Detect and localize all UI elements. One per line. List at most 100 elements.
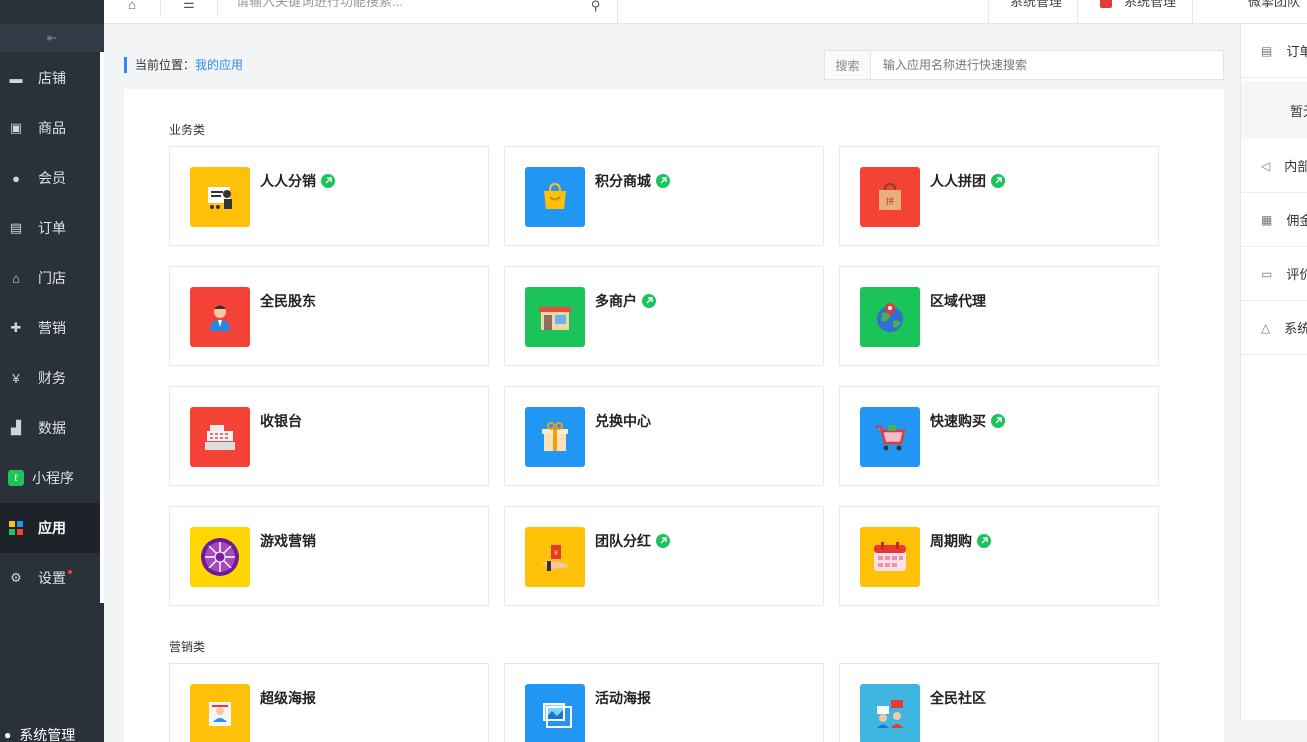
divider <box>617 0 618 24</box>
sidebar-item-goods[interactable]: ▣ 商品 <box>0 103 100 153</box>
hamburger-icon[interactable]: ☰ <box>161 0 218 16</box>
drawer-item-label: 内部 <box>1284 159 1307 174</box>
app-name: 人人拼团 <box>930 171 1005 191</box>
search-icon[interactable]: ⚲ <box>574 0 618 18</box>
app-card[interactable]: 快速购买 <box>839 386 1159 486</box>
app-name-text: 收银台 <box>260 413 302 429</box>
miniprogram-icon: ℓ <box>8 470 24 486</box>
app-name: 多商户 <box>595 291 656 311</box>
app-card[interactable]: 全民股东 <box>169 266 489 366</box>
app-card[interactable]: ¥ 团队分红 <box>504 506 824 606</box>
link-icon <box>991 414 1005 428</box>
app-name: 超级海报 <box>260 688 316 708</box>
app-card[interactable]: 活动海报 <box>504 663 824 742</box>
drawer-item-system[interactable]: △ 系统 <box>1241 301 1307 355</box>
app-card[interactable]: 区域代理 <box>839 266 1159 366</box>
app-name: 游戏营销 <box>260 531 316 551</box>
app-card[interactable]: 全民社区 <box>839 663 1159 742</box>
sidebar-item-label: 小程序 <box>32 470 74 486</box>
sidebar-item-miniprogram[interactable]: ℓ 小程序 <box>0 453 100 503</box>
function-search-input[interactable]: 请输入关键词进行功能搜索... <box>236 0 403 10</box>
app-name: 快速购买 <box>930 411 1005 431</box>
distribution-icon <box>190 167 250 227</box>
comment-icon: ▭ <box>1261 266 1273 281</box>
sidebar-item-data[interactable]: ▟ 数据 <box>0 403 100 453</box>
bell-icon: △ <box>1261 320 1271 335</box>
sidebar-item-member[interactable]: ● 会员 <box>0 153 100 203</box>
app-card[interactable]: 拼 人人拼团 <box>839 146 1159 246</box>
app-card[interactable]: 人人分销 <box>169 146 489 246</box>
speaker-icon: ◁ <box>1261 158 1271 173</box>
app-name-text: 积分商城 <box>595 173 651 189</box>
sidebar-item-label: 设置 <box>38 570 66 586</box>
app-name-text: 游戏营销 <box>260 533 316 549</box>
app-card[interactable]: 超级海报 <box>169 663 489 742</box>
sidebar-item-label: 门店 <box>38 270 66 286</box>
app-card[interactable]: 兑换中心 <box>504 386 824 486</box>
topbar-item-label: 系统管理 <box>1124 0 1177 9</box>
link-icon <box>642 294 656 308</box>
link-icon <box>977 534 991 548</box>
svg-text:¥: ¥ <box>554 549 559 557</box>
app-name: 活动海报 <box>595 688 651 708</box>
red-envelope-icon: ¥ <box>525 527 585 587</box>
storefront-icon <box>525 287 585 347</box>
section-title-business: 业务类 <box>169 123 206 137</box>
sidebar-item-label: 订单 <box>38 220 66 236</box>
document-icon: ▤ <box>9 220 23 235</box>
sidebar-scrollbar[interactable] <box>100 52 104 603</box>
topbar-item-label: 系统管理 <box>1010 0 1063 9</box>
sidebar-item-store[interactable]: ▬ 店铺 <box>0 53 100 103</box>
drawer-item-internal[interactable]: ◁ 内部 <box>1241 139 1307 193</box>
app-name: 人人分销 <box>260 171 335 191</box>
app-name: 收银台 <box>260 411 302 431</box>
shopping-bag-icon <box>525 167 585 227</box>
drawer-item-order[interactable]: ▤ 订单 <box>1241 24 1307 78</box>
calendar-icon <box>860 527 920 587</box>
sidebar-bottom-system[interactable]: ● 系统管理 <box>0 722 104 742</box>
topbar: ⌂ ☰ 请输入关键词进行功能搜索... ⚲ 系统管理 系统管理 微擎团队 <box>104 0 1307 24</box>
badge-icon <box>1100 0 1112 8</box>
store-icon: ▬ <box>9 70 23 86</box>
sidebar-item-label: 应用 <box>38 520 66 536</box>
app-name: 团队分红 <box>595 531 670 551</box>
section-title-marketing: 营销类 <box>169 640 206 654</box>
app-card[interactable]: 周期购 <box>839 506 1159 606</box>
app-card[interactable]: 多商户 <box>504 266 824 366</box>
sidebar-collapse-icon[interactable]: ⇤ <box>0 24 104 52</box>
app-search-input[interactable] <box>871 51 1223 79</box>
user-menu[interactable]: 微擎团队 <box>1248 0 1300 10</box>
app-card[interactable]: 游戏营销 <box>169 506 489 606</box>
sidebar-item-settings[interactable]: ⚙ 设置 <box>0 553 100 603</box>
breadcrumb-current[interactable]: 我的应用 <box>195 58 243 72</box>
home-icon[interactable]: ⌂ <box>104 0 161 16</box>
drawer-item-label: 订单 <box>1286 44 1307 59</box>
app-name-text: 全民社区 <box>930 690 986 706</box>
app-name-text: 多商户 <box>595 293 637 309</box>
apps-icon <box>8 520 24 536</box>
group-buy-bag-icon: 拼 <box>860 167 920 227</box>
sidebar-item-shop[interactable]: ⌂ 门店 <box>0 253 100 303</box>
app-name-text: 人人拼团 <box>930 173 986 189</box>
app-name-text: 全民股东 <box>260 293 316 309</box>
sidebar-item-apps[interactable]: 应用 <box>0 503 104 553</box>
sidebar-item-finance[interactable]: ¥ 财务 <box>0 353 100 403</box>
app-name: 积分商城 <box>595 171 670 191</box>
sidebar-item-label: 会员 <box>38 170 66 186</box>
app-card[interactable]: 积分商城 <box>504 146 824 246</box>
user-icon: ● <box>4 728 12 742</box>
drawer-item-label: 评价 <box>1286 267 1307 282</box>
app-name-text: 兑换中心 <box>595 413 651 429</box>
link-icon <box>656 174 670 188</box>
receipt-icon: ▦ <box>1261 212 1273 227</box>
drawer-item-commission[interactable]: ▦ 佣金 <box>1241 193 1307 247</box>
gift-box-icon <box>525 407 585 467</box>
sidebar: ⇤ ▬ 店铺 ▣ 商品 ● 会员 ▤ 订单 ⌂ 门店 ✚ 营销 ¥ 财务 ▟ 数… <box>0 0 104 742</box>
app-name-text: 团队分红 <box>595 533 651 549</box>
app-card[interactable]: 收银台 <box>169 386 489 486</box>
app-name: 全民社区 <box>930 688 986 708</box>
sidebar-item-order[interactable]: ▤ 订单 <box>0 203 100 253</box>
drawer-item-review[interactable]: ▭ 评价 <box>1241 247 1307 301</box>
sidebar-item-label: 营销 <box>38 320 66 336</box>
sidebar-item-marketing[interactable]: ✚ 营销 <box>0 303 100 353</box>
